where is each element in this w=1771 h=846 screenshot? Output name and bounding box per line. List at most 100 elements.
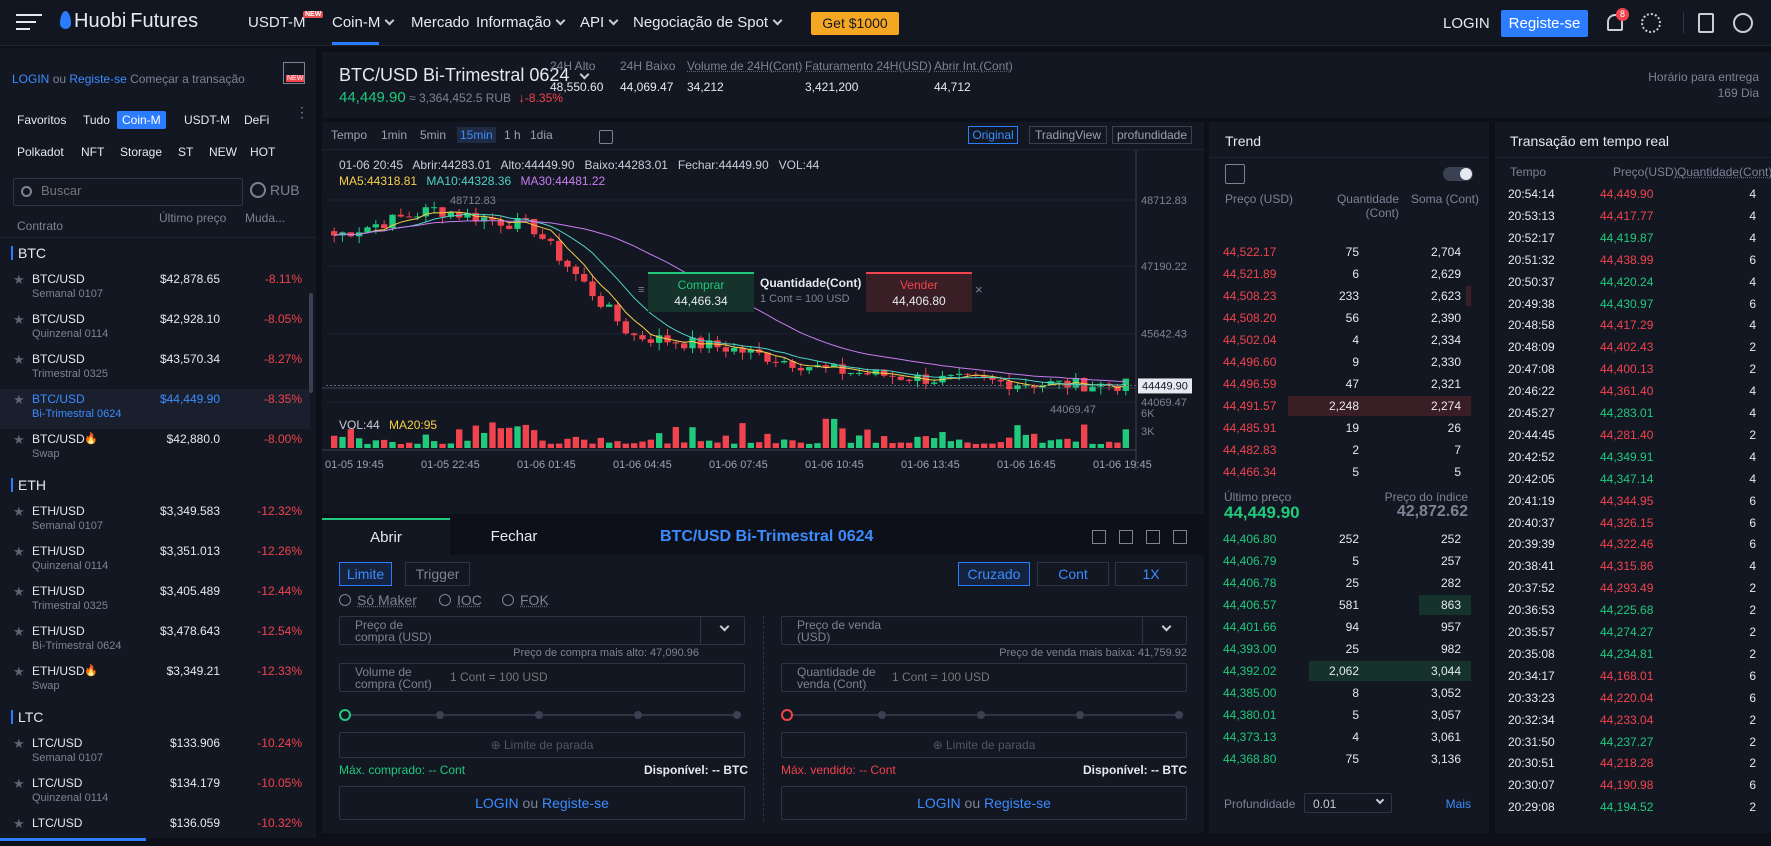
- nav-usdt-m[interactable]: USDT-M NEW: [248, 11, 324, 31]
- price-chart[interactable]: 48712.83 47190.22 45642.43 44069.47 44449.90…: [322, 150, 1204, 510]
- view-profundidade[interactable]: profundidade: [1112, 126, 1192, 144]
- search-box[interactable]: [13, 178, 243, 206]
- bid-row[interactable]: 44,401.66 94 957: [1209, 616, 1471, 638]
- limit-button[interactable]: Limite: [339, 562, 392, 586]
- info-icon[interactable]: [1119, 530, 1133, 544]
- sidebar-register-link[interactable]: Registe-se: [69, 72, 126, 86]
- buy-volume-input[interactable]: [450, 670, 650, 684]
- login-link[interactable]: LOGIN: [1443, 15, 1490, 32]
- bid-row[interactable]: 44,393.00 25 982: [1209, 638, 1471, 660]
- star-icon[interactable]: ★: [13, 352, 25, 368]
- market-row[interactable]: ★ ETH/USD Trimestral 0325 $3,405.489 -12.44%: [0, 581, 310, 621]
- col-contract[interactable]: Contrato: [17, 219, 63, 233]
- market-row[interactable]: ★ LTC/USD Quinzenal 0114 $134.179 -10.05%: [0, 773, 310, 813]
- nav-api[interactable]: API: [580, 14, 619, 31]
- sell-stop-limit[interactable]: ⊕ Limite de parada: [781, 732, 1187, 758]
- bid-row[interactable]: 44,406.57 581 863: [1209, 594, 1471, 616]
- gear-icon[interactable]: [1641, 13, 1661, 33]
- star-icon[interactable]: ★: [13, 432, 25, 448]
- interval-1dia[interactable]: 1dia: [527, 127, 556, 143]
- bottom-scrollbar[interactable]: [0, 838, 146, 841]
- new-listing-icon[interactable]: NEW: [283, 62, 305, 84]
- ask-row[interactable]: 44,502.04 4 2,334: [1209, 329, 1471, 351]
- view-tradingview[interactable]: TradingView: [1029, 126, 1107, 144]
- scrollbar[interactable]: [309, 293, 313, 393]
- buy-price-field[interactable]: Preço de compra (USD): [339, 616, 745, 645]
- popup-sell-button[interactable]: Vender 44,406.80: [866, 272, 972, 312]
- interval-15min[interactable]: 15min: [457, 127, 496, 143]
- buy-stop-limit[interactable]: ⊕ Limite de parada: [339, 732, 745, 758]
- buy-login-box[interactable]: LOGIN ou Registe-se: [339, 786, 745, 820]
- sell-volume-input[interactable]: [892, 670, 1092, 684]
- register-button[interactable]: Registe-se: [1501, 10, 1588, 37]
- option-fok[interactable]: FOK: [502, 592, 549, 608]
- more-dots-icon[interactable]: ⋮: [295, 104, 309, 121]
- percent-icon[interactable]: [1173, 530, 1187, 544]
- bid-row[interactable]: 44,368.80 75 3,136: [1209, 748, 1471, 770]
- nav-informacao[interactable]: Informação: [476, 14, 566, 31]
- ask-row[interactable]: 44,496.60 9 2,330: [1209, 351, 1471, 373]
- tab-coinm[interactable]: Coin-M: [117, 111, 166, 129]
- star-icon[interactable]: ★: [13, 272, 25, 288]
- buy-slider-handle[interactable]: [339, 709, 351, 721]
- sell-slider-handle[interactable]: [781, 709, 793, 721]
- cont-unit-button[interactable]: Cont: [1037, 562, 1109, 586]
- popup-buy-button[interactable]: Comprar 44,466.34: [648, 272, 754, 312]
- sell-register-link[interactable]: Registe-se: [984, 795, 1051, 811]
- nav-spot[interactable]: Negociação de Spot: [633, 14, 783, 31]
- ask-row[interactable]: 44,508.20 56 2,390: [1209, 307, 1471, 329]
- sell-price-field[interactable]: Preço de venda (USD): [781, 616, 1187, 645]
- ask-row[interactable]: 44,491.57 2,248 2,274: [1209, 395, 1471, 417]
- col-change[interactable]: Muda...: [245, 211, 285, 225]
- promo-button[interactable]: Get $1000: [811, 12, 899, 35]
- market-row[interactable]: ★ BTC/USD 🔥 Swap $42,880.0 -8.00%: [0, 429, 310, 469]
- tab-nft[interactable]: NFT: [81, 145, 104, 159]
- star-icon[interactable]: ★: [13, 624, 25, 640]
- interval-5min[interactable]: 5min: [417, 127, 449, 143]
- interval-1min[interactable]: 1min: [378, 127, 410, 143]
- market-row[interactable]: ★ LTC/USD Semanal 0107 $133.906 -10.24%: [0, 733, 310, 773]
- market-row[interactable]: ★ ETH/USD Quinzenal 0114 $3,351.013 -12.26%: [0, 541, 310, 581]
- trigger-button[interactable]: Trigger: [405, 562, 470, 586]
- star-icon[interactable]: ★: [13, 392, 25, 408]
- star-icon[interactable]: ★: [13, 664, 25, 680]
- sell-volume-field[interactable]: Quantidade de venda (Cont): [781, 663, 1187, 692]
- tab-storage[interactable]: Storage: [120, 145, 162, 159]
- sell-login-box[interactable]: LOGIN ou Registe-se: [781, 786, 1187, 820]
- cross-margin-button[interactable]: Cruzado: [958, 562, 1030, 586]
- sell-login-link[interactable]: LOGIN: [917, 795, 961, 811]
- tab-hot[interactable]: HOT: [250, 145, 275, 159]
- tab-usdtm[interactable]: USDT-M: [179, 111, 235, 129]
- bid-row[interactable]: 44,406.78 25 282: [1209, 572, 1471, 594]
- option-ioc[interactable]: IOC: [439, 592, 482, 608]
- bid-row[interactable]: 44,406.79 5 257: [1209, 550, 1471, 572]
- tab-favoritos[interactable]: Favoritos: [12, 111, 71, 129]
- ask-row[interactable]: 44,508.23 233 2,623: [1209, 285, 1471, 307]
- chevron-down-icon[interactable]: [1161, 621, 1172, 632]
- bid-row[interactable]: 44,392.02 2,062 3,044: [1209, 660, 1471, 682]
- book-toggle[interactable]: [1443, 167, 1473, 181]
- ask-row[interactable]: 44,522.17 75 2,704: [1209, 241, 1471, 263]
- search-input[interactable]: [41, 183, 231, 198]
- calc-icon[interactable]: [1092, 530, 1106, 544]
- popup-close-icon[interactable]: ×: [975, 282, 983, 297]
- download-icon[interactable]: [1698, 13, 1714, 33]
- ask-row[interactable]: 44,466.34 5 5: [1209, 461, 1471, 483]
- bid-row[interactable]: 44,380.01 5 3,057: [1209, 704, 1471, 726]
- star-icon[interactable]: ★: [13, 312, 25, 328]
- chart-settings-icon[interactable]: [599, 130, 613, 144]
- buy-register-link[interactable]: Registe-se: [542, 795, 609, 811]
- globe-icon[interactable]: [1733, 13, 1753, 33]
- star-icon[interactable]: ★: [13, 584, 25, 600]
- market-row[interactable]: ★ ETH/USD Bi-Trimestral 0624 $3,478.643 -12.…: [0, 621, 310, 661]
- currency-toggle[interactable]: RUB: [250, 182, 300, 198]
- ask-row[interactable]: 44,521.89 6 2,629: [1209, 263, 1471, 285]
- buy-volume-field[interactable]: Volume de compra (Cont): [339, 663, 745, 692]
- sidebar-login-link[interactable]: LOGIN: [12, 72, 49, 86]
- market-row[interactable]: ★ BTC/USD Semanal 0107 $42,878.65 -8.11%: [0, 269, 310, 309]
- interval-1h[interactable]: 1 h: [501, 127, 524, 143]
- nav-mercado[interactable]: Mercado: [411, 14, 469, 31]
- book-more-link[interactable]: Mais: [1446, 797, 1471, 811]
- nav-coin-m[interactable]: Coin-M: [332, 14, 395, 31]
- star-icon[interactable]: ★: [13, 504, 25, 520]
